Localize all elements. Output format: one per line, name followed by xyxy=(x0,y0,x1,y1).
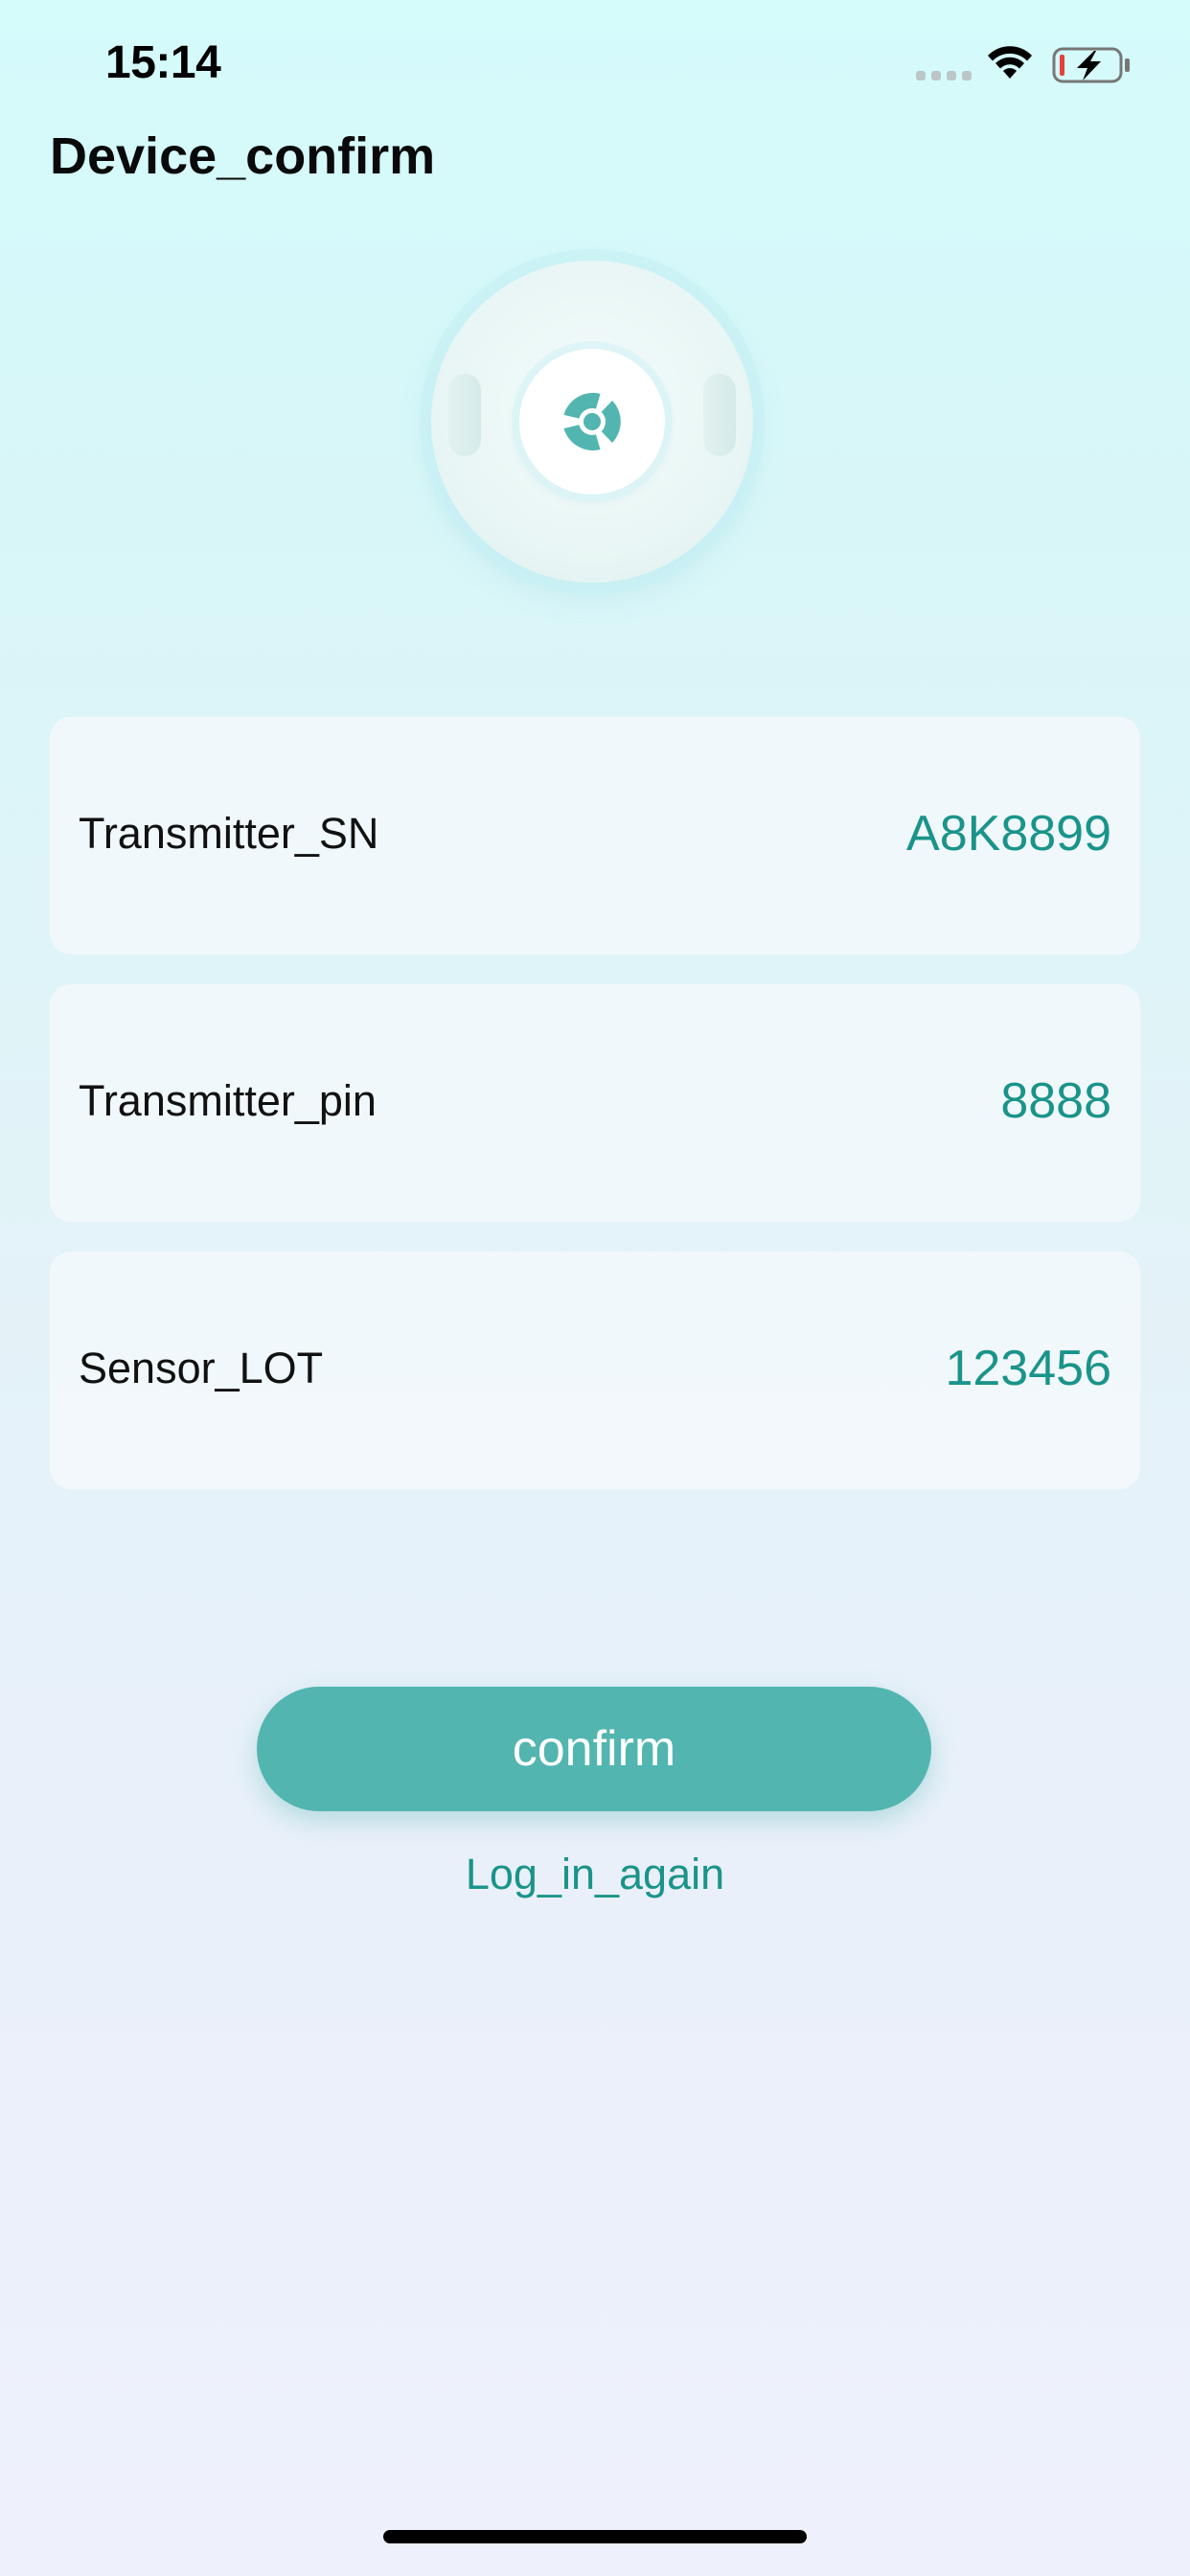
wifi-icon xyxy=(988,46,1032,79)
transmitter-pin-card: Transmitter_pin 8888 xyxy=(50,984,1140,1222)
sensor-lot-value: 123456 xyxy=(945,1341,1111,1396)
sensor-lot-label: Sensor_LOT xyxy=(79,1344,324,1392)
status-bar: 15:14 xyxy=(0,0,1190,126)
fan-icon xyxy=(563,392,621,451)
transmitter-sn-value: A8K8899 xyxy=(906,806,1111,862)
device-left-tab xyxy=(448,374,481,456)
page-title: Device_confirm xyxy=(50,127,436,185)
transmitter-pin-label: Transmitter_pin xyxy=(79,1076,377,1125)
device-right-tab xyxy=(703,374,736,456)
transmitter-sn-label: Transmitter_SN xyxy=(79,809,379,858)
confirm-button[interactable]: confirm xyxy=(257,1687,931,1811)
battery-charging-icon xyxy=(1052,47,1130,83)
device-center xyxy=(519,349,665,494)
sensor-lot-card: Sensor_LOT 123456 xyxy=(50,1252,1140,1489)
status-time: 15:14 xyxy=(105,37,221,88)
log-in-again-link[interactable]: Log_in_again xyxy=(0,1850,1190,1899)
transmitter-pin-value: 8888 xyxy=(1000,1073,1111,1129)
home-indicator[interactable] xyxy=(383,2530,807,2543)
device-illustration xyxy=(431,261,753,583)
signal-dots-icon xyxy=(916,71,972,80)
transmitter-sn-card: Transmitter_SN A8K8899 xyxy=(50,717,1140,954)
